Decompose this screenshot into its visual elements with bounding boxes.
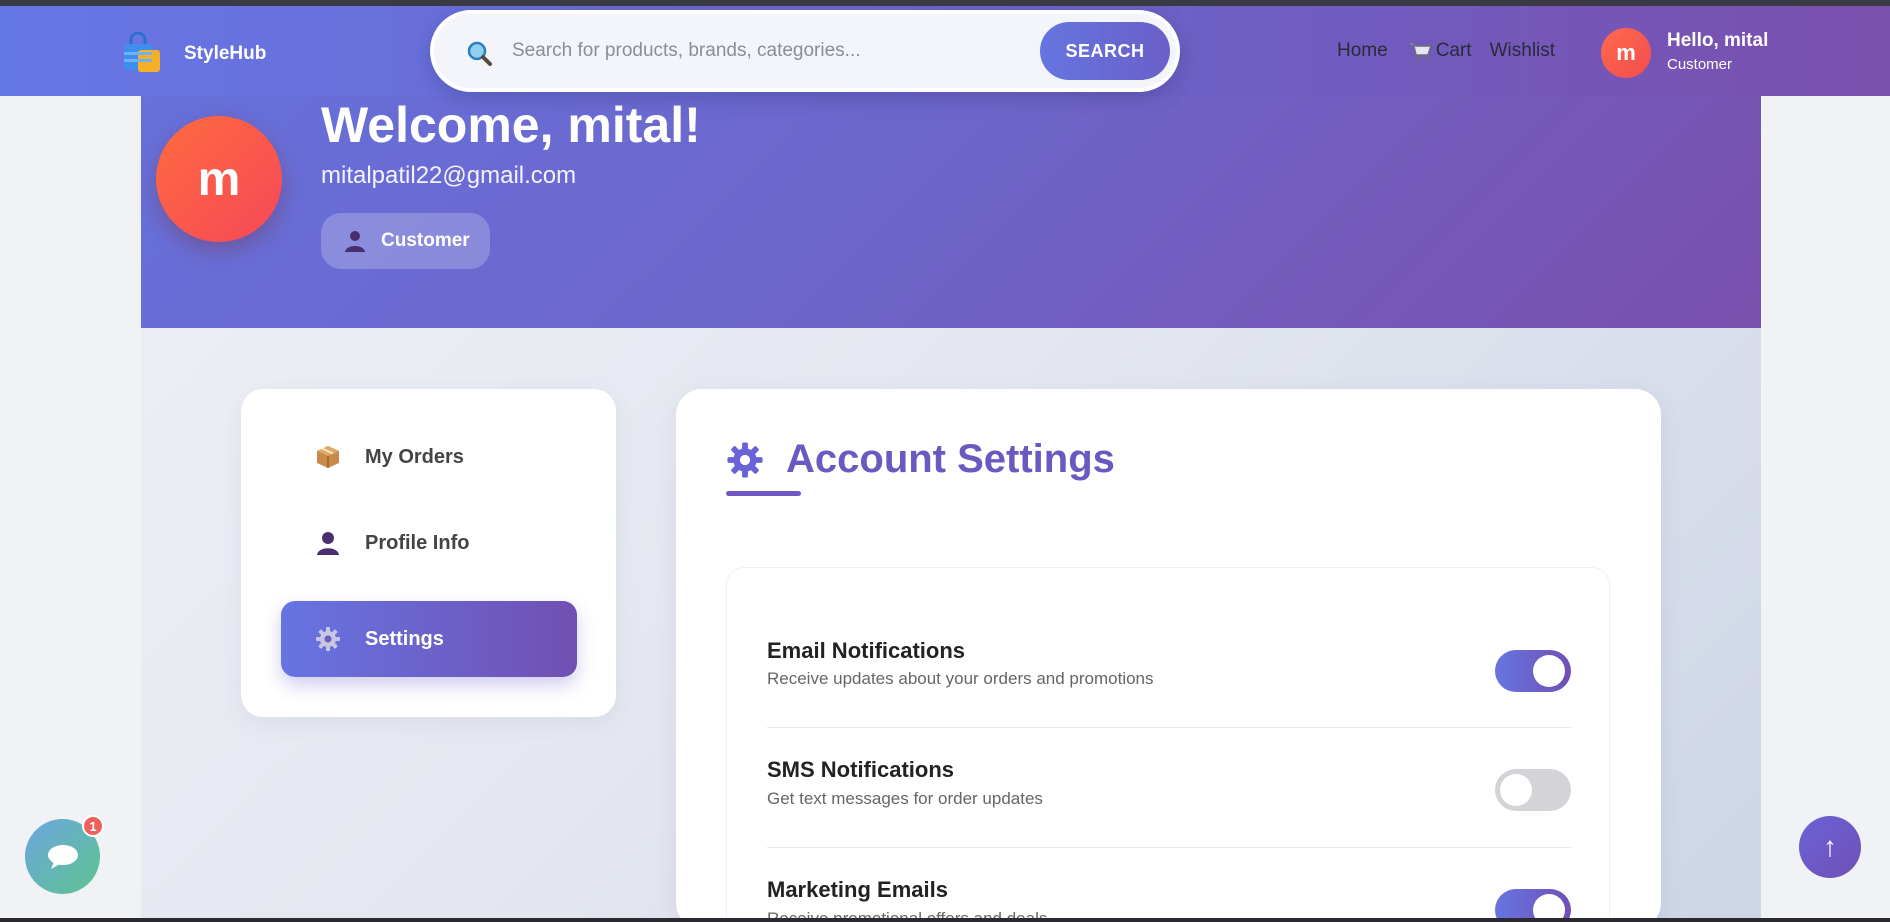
main-nav: Home Cart Wishlist [1337, 40, 1555, 62]
search-button[interactable]: SEARCH [1040, 22, 1170, 80]
profile-email: mitalpatil22@gmail.com [321, 162, 577, 189]
scroll-to-top-button[interactable]: ↑ [1799, 816, 1861, 878]
setting-title: Email Notifications [767, 638, 966, 663]
title-underline [726, 491, 801, 496]
setting-row-email-notifications: Email Notifications Receive updates abou… [767, 608, 1571, 728]
search-input[interactable] [512, 32, 1032, 70]
package-icon [317, 446, 339, 468]
setting-title: Marketing Emails [767, 877, 948, 902]
user-avatar[interactable]: m [1601, 28, 1651, 78]
setting-row-marketing-emails: Marketing Emails Receive promotional off… [767, 848, 1571, 922]
sidebar-item-label: Profile Info [365, 531, 470, 554]
site-header: StyleHub SEARCH Home Cart Wishlist m Hel… [0, 6, 1890, 96]
settings-title: Account Settings [786, 437, 1115, 481]
brand-name: StyleHub [184, 43, 267, 64]
user-greeting[interactable]: Hello, mital Customer [1667, 30, 1768, 73]
nav-cart-link[interactable]: Cart [1408, 40, 1472, 62]
sidebar-item-my-orders[interactable]: My Orders [281, 419, 577, 495]
user-role: Customer [1667, 56, 1733, 73]
chat-notification-badge: 1 [82, 815, 104, 837]
sms-notifications-toggle[interactable] [1495, 769, 1571, 811]
role-badge-label: Customer [381, 230, 470, 251]
setting-title: SMS Notifications [767, 757, 955, 782]
nav-wishlist-link[interactable]: Wishlist [1490, 40, 1555, 62]
toggle-knob [1533, 655, 1565, 687]
search-icon [467, 41, 492, 66]
gear-icon [316, 627, 340, 651]
settings-panel: Account Settings Email Notifications Rec… [676, 389, 1661, 922]
sidebar-item-label: My Orders [365, 445, 464, 468]
brand[interactable]: StyleHub [120, 32, 266, 76]
user-icon [345, 231, 365, 252]
role-badge: Customer [321, 213, 490, 269]
welcome-title: Welcome, mital! [321, 97, 701, 153]
sidebar-item-label: Settings [365, 627, 444, 650]
search-bar: SEARCH [430, 10, 1180, 92]
setting-row-sms-notifications: SMS Notifications Get text messages for … [767, 728, 1571, 848]
nav-cart-label: Cart [1435, 40, 1472, 61]
cart-icon [1408, 42, 1432, 61]
setting-description: Receive updates about your orders and pr… [767, 669, 1154, 688]
sidebar-item-settings[interactable]: Settings [281, 601, 577, 677]
toggle-knob [1500, 774, 1532, 806]
profile-avatar: m [156, 116, 282, 242]
setting-description: Get text messages for order updates [767, 789, 1043, 808]
chat-bubble-icon [47, 844, 78, 869]
nav-home-link[interactable]: Home [1337, 40, 1388, 62]
email-notifications-toggle[interactable] [1495, 650, 1571, 692]
settings-card: Email Notifications Receive updates abou… [726, 567, 1610, 922]
profile-hero: m Welcome, mital! mitalpatil22@gmail.com… [141, 96, 1761, 328]
user-greeting-name: Hello, mital [1667, 30, 1769, 51]
user-icon [317, 532, 339, 555]
window-bottom-border [0, 918, 1890, 922]
account-sidebar: My Orders Profile Info Settings [241, 389, 616, 717]
gear-icon [727, 441, 763, 478]
sidebar-item-profile-info[interactable]: Profile Info [281, 505, 577, 581]
settings-heading: Account Settings [726, 437, 1115, 482]
shopping-bag-logo-icon [124, 32, 160, 72]
window-top-border [0, 0, 1890, 6]
